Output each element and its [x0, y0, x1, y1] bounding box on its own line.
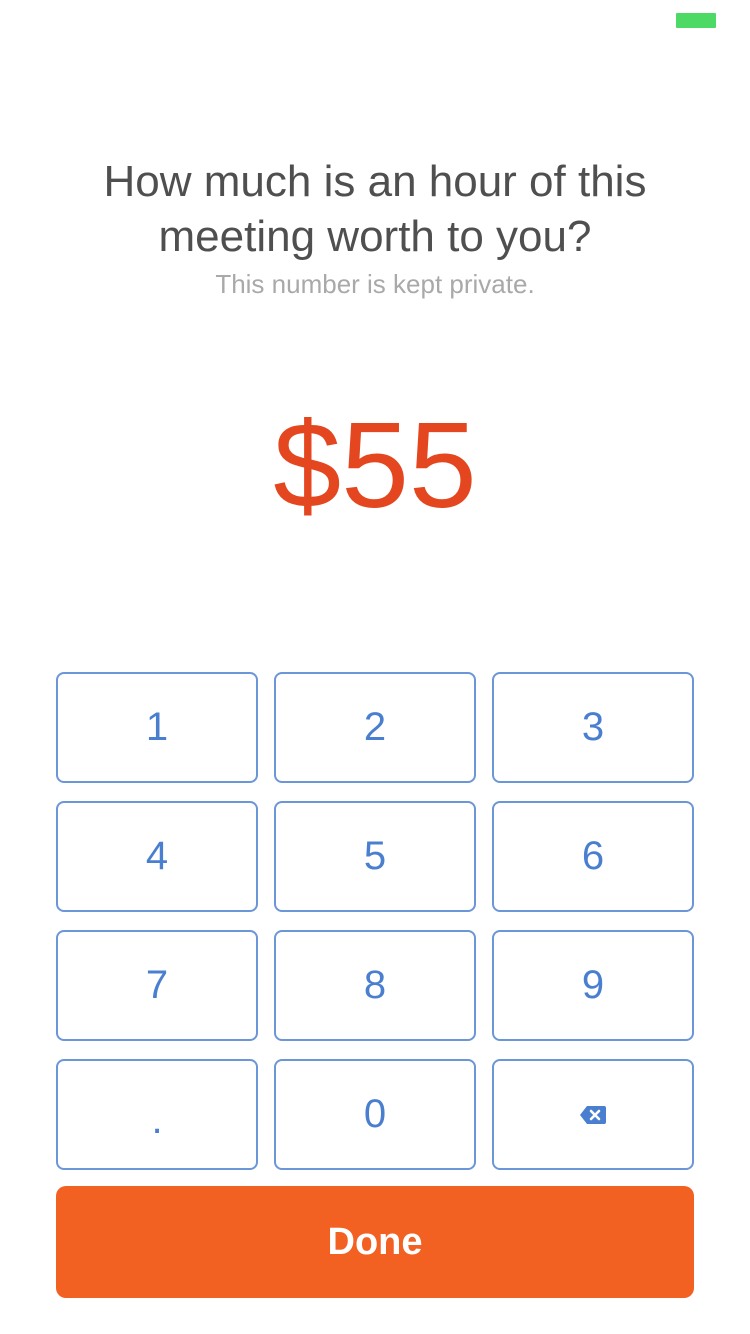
backspace-icon	[580, 1105, 606, 1124]
battery-icon	[676, 13, 716, 28]
done-button[interactable]: Done	[56, 1186, 694, 1298]
key-decimal[interactable]: .	[56, 1059, 258, 1170]
key-7[interactable]: 7	[56, 930, 258, 1041]
amount-display: $55	[273, 397, 477, 533]
key-5[interactable]: 5	[274, 801, 476, 912]
key-8[interactable]: 8	[274, 930, 476, 1041]
key-9[interactable]: 9	[492, 930, 694, 1041]
key-3[interactable]: 3	[492, 672, 694, 783]
number-keypad: 1 2 3 4 5 6 7 8 9 . 0	[56, 672, 694, 1170]
key-6[interactable]: 6	[492, 801, 694, 912]
prompt-title: How much is an hour of this meeting wort…	[103, 157, 647, 261]
backspace-button[interactable]	[492, 1059, 694, 1170]
prompt-subtitle: This number is kept private.	[215, 269, 535, 299]
key-1[interactable]: 1	[56, 672, 258, 783]
key-2[interactable]: 2	[274, 672, 476, 783]
key-0[interactable]: 0	[274, 1059, 476, 1170]
key-4[interactable]: 4	[56, 801, 258, 912]
